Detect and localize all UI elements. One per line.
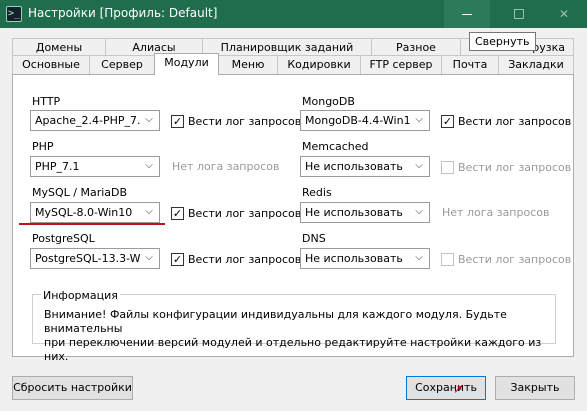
http-log-checkbox[interactable]: ✓ Вести лог запросов [171,114,301,128]
chevron-down-icon: ⌵ [145,206,153,217]
redis-select[interactable]: Не использовать ⌵ [300,202,430,223]
close-button[interactable]: Закрыть [495,376,575,400]
tab-general[interactable]: Основные [12,55,90,74]
tab-modules[interactable]: Модули [154,53,219,75]
mouse-cursor-icon: ↗ [453,382,464,396]
mongodb-select[interactable]: MongoDB-4.4-Win10 ⌵ [300,110,430,131]
php-select-value: PHP_7.1 [35,160,80,173]
mongodb-label: MongoDB [302,95,355,108]
chevron-down-icon: ⌵ [415,206,423,217]
mysql-log-checkbox[interactable]: ✓ Вести лог запросов [171,206,301,220]
dns-select-value: Не использовать [305,252,403,265]
memcached-log-checkbox: Вести лог запросов [441,160,571,174]
mongodb-log-checkbox[interactable]: ✓ Вести лог запросов [441,114,571,128]
checkmark-icon: ✓ [441,114,454,128]
dns-log-checkbox: Вести лог запросов [441,252,571,266]
redis-label: Redis [302,186,332,199]
redis-select-value: Не использовать [305,206,403,219]
terminal-app-icon: >_ [6,6,22,22]
postgresql-log-checkbox[interactable]: ✓ Вести лог запросов [171,252,301,266]
postgresql-select-value: PostgreSQL-13.3-Win10 [35,252,141,265]
mysql-select[interactable]: MySQL-8.0-Win10 ⌵ [30,202,160,223]
minimize-tooltip: Свернуть [469,32,536,51]
tab-bookmarks[interactable]: Закладки [498,55,574,74]
info-title: Информация [41,289,120,302]
mongodb-log-label: Вести лог запросов [458,114,572,128]
postgresql-label: PostgreSQL [32,232,95,245]
close-icon: ✕ [558,7,570,21]
tab-menu[interactable]: Меню [218,55,278,74]
highlight-underline [19,223,165,225]
chevron-down-icon: ⌵ [415,114,423,125]
info-text: Внимание! Файлы конфигурации индивидуаль… [44,308,544,364]
dns-log-label: Вести лог запросов [458,252,572,266]
http-select[interactable]: Apache_2.4-PHP_7.0-7.1 ⌵ [30,110,160,131]
maximize-icon [514,9,524,19]
save-button[interactable]: Сохранить [406,376,486,400]
http-label: HTTP [32,95,61,108]
minimize-icon [462,13,472,15]
chevron-down-icon: ⌵ [415,160,423,171]
info-line-1: Внимание! Файлы конфигурации индивидуаль… [44,308,507,335]
tab-ftp-server[interactable]: FTP сервер [360,55,442,74]
chevron-down-icon: ⌵ [415,252,423,263]
memcached-select-value: Не использовать [305,160,403,173]
window-title: Настройки [Профиль: Default] [28,6,218,20]
close-window-button[interactable]: ✕ [541,0,587,28]
mysql-log-label: Вести лог запросов [188,206,302,220]
chevron-down-icon: ⌵ [145,252,153,263]
checkbox-empty-icon [441,252,454,266]
chevron-down-icon: ⌵ [145,160,153,171]
mysql-select-value: MySQL-8.0-Win10 [35,206,133,219]
mysql-label: MySQL / MariaDB [32,186,128,199]
title-bar[interactable]: >_ Настройки [Профиль: Default] ✕ [0,0,587,28]
postgresql-log-label: Вести лог запросов [188,252,302,266]
http-log-label: Вести лог запросов [188,114,302,128]
mongodb-select-value: MongoDB-4.4-Win10 [305,114,411,127]
http-select-value: Apache_2.4-PHP_7.0-7.1 [35,114,141,127]
checkmark-icon: ✓ [171,252,184,266]
info-line-2: при переключении версий модулей и отдель… [44,336,542,363]
dns-select[interactable]: Не использовать ⌵ [300,248,430,269]
checkmark-icon: ✓ [171,206,184,220]
checkmark-icon: ✓ [171,114,184,128]
maximize-button[interactable] [496,0,542,28]
tab-encodings[interactable]: Кодировки [277,55,361,74]
checkbox-empty-icon [441,160,454,174]
tab-server[interactable]: Сервер [89,55,155,74]
postgresql-select[interactable]: PostgreSQL-13.3-Win10 ⌵ [30,248,160,269]
memcached-label: Memcached [302,140,369,153]
php-label: PHP [32,140,54,153]
tab-mail[interactable]: Почта [441,55,499,74]
redis-no-log-label: Нет лога запросов [442,206,550,219]
php-select[interactable]: PHP_7.1 ⌵ [30,156,160,177]
minimize-button[interactable] [444,0,490,28]
chevron-down-icon: ⌵ [145,114,153,125]
dns-label: DNS [302,232,326,245]
reset-settings-button[interactable]: Сбросить настройки [12,376,133,400]
php-no-log-label: Нет лога запросов [172,160,280,173]
memcached-select[interactable]: Не использовать ⌵ [300,156,430,177]
memcached-log-label: Вести лог запросов [458,160,572,174]
